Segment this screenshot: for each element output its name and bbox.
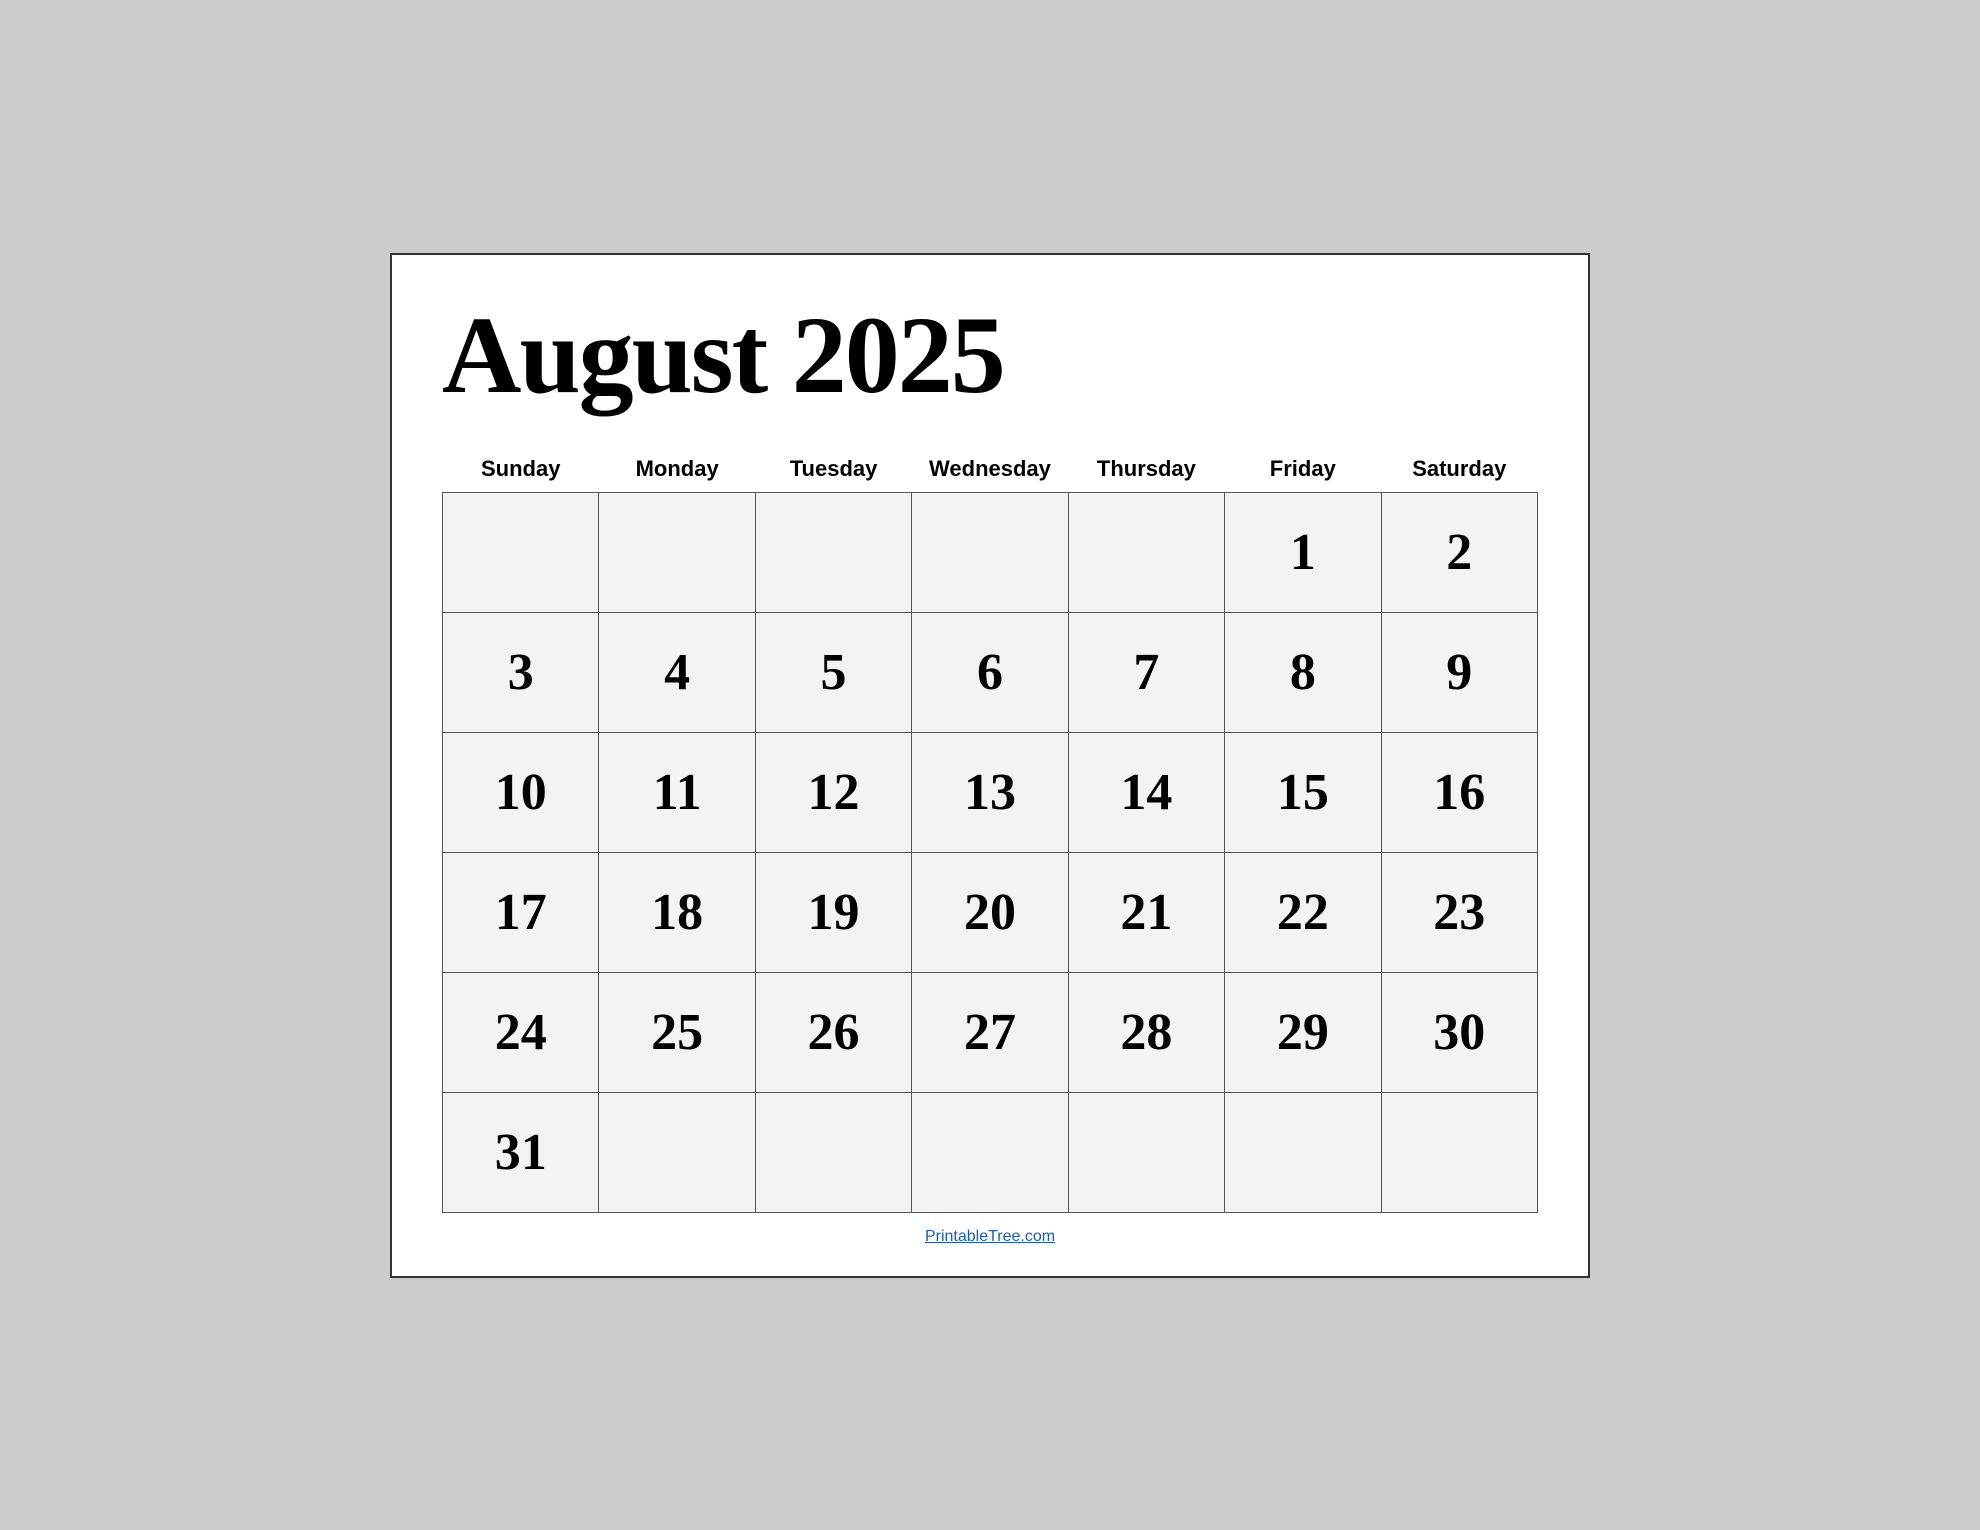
day-cell-23: 23 — [1381, 852, 1537, 972]
day-cell-25: 25 — [599, 972, 755, 1092]
day-number: 24 — [458, 983, 583, 1082]
week-row-4: 17 18 19 20 21 22 23 — [443, 852, 1538, 972]
day-cell-8: 8 — [1225, 612, 1381, 732]
empty-cell — [912, 1092, 1068, 1212]
day-cell-5: 5 — [755, 612, 911, 732]
empty-cell — [755, 1092, 911, 1212]
empty-cell — [912, 492, 1068, 612]
day-cell-1: 1 — [1225, 492, 1381, 612]
day-cell-30: 30 — [1381, 972, 1537, 1092]
day-number: 22 — [1240, 863, 1365, 962]
day-number: 17 — [458, 863, 583, 962]
day-number: 2 — [1397, 503, 1522, 602]
day-cell-17: 17 — [443, 852, 599, 972]
day-number: 30 — [1397, 983, 1522, 1082]
day-cell-6: 6 — [912, 612, 1068, 732]
day-number: 3 — [458, 623, 583, 722]
day-number: 8 — [1240, 623, 1365, 722]
day-cell-21: 21 — [1068, 852, 1224, 972]
day-cell-15: 15 — [1225, 732, 1381, 852]
day-cell-4: 4 — [599, 612, 755, 732]
day-number: 5 — [771, 623, 896, 722]
day-cell-10: 10 — [443, 732, 599, 852]
calendar-title: August 2025 — [442, 295, 1538, 416]
day-header-sunday: Sunday — [443, 446, 599, 493]
day-number: 23 — [1397, 863, 1522, 962]
empty-cell — [1068, 1092, 1224, 1212]
day-number: 14 — [1084, 743, 1209, 842]
day-cell-20: 20 — [912, 852, 1068, 972]
day-headers-row: SundayMondayTuesdayWednesdayThursdayFrid… — [443, 446, 1538, 493]
day-number: 15 — [1240, 743, 1365, 842]
day-number: 16 — [1397, 743, 1522, 842]
empty-cell — [443, 492, 599, 612]
day-number: 31 — [458, 1103, 583, 1202]
day-cell-31: 31 — [443, 1092, 599, 1212]
calendar-table: SundayMondayTuesdayWednesdayThursdayFrid… — [442, 446, 1538, 1213]
day-cell-14: 14 — [1068, 732, 1224, 852]
day-number: 6 — [927, 623, 1052, 722]
day-number: 26 — [771, 983, 896, 1082]
day-cell-29: 29 — [1225, 972, 1381, 1092]
empty-cell — [755, 492, 911, 612]
day-number: 11 — [614, 743, 739, 842]
day-number: 21 — [1084, 863, 1209, 962]
day-cell-16: 16 — [1381, 732, 1537, 852]
day-number: 1 — [1240, 503, 1365, 602]
day-number: 19 — [771, 863, 896, 962]
week-row-2: 3456789 — [443, 612, 1538, 732]
day-number: 9 — [1397, 623, 1522, 722]
day-cell-9: 9 — [1381, 612, 1537, 732]
day-cell-3: 3 — [443, 612, 599, 732]
calendar-page: August 2025 SundayMondayTuesdayWednesday… — [390, 253, 1590, 1278]
day-cell-18: 18 — [599, 852, 755, 972]
day-cell-28: 28 — [1068, 972, 1224, 1092]
day-number: 12 — [771, 743, 896, 842]
day-number: 13 — [927, 743, 1052, 842]
day-cell-26: 26 — [755, 972, 911, 1092]
day-number: 20 — [927, 863, 1052, 962]
day-number: 10 — [458, 743, 583, 842]
week-row-3: 10 11 12 13 14 15 16 — [443, 732, 1538, 852]
week-row-1: 12 — [443, 492, 1538, 612]
day-number: 27 — [927, 983, 1052, 1082]
day-cell-22: 22 — [1225, 852, 1381, 972]
day-number: 29 — [1240, 983, 1365, 1082]
day-number: 28 — [1084, 983, 1209, 1082]
day-cell-24: 24 — [443, 972, 599, 1092]
week-row-5: 24 25 26 27 28 29 30 — [443, 972, 1538, 1092]
day-number: 4 — [614, 623, 739, 722]
day-cell-19: 19 — [755, 852, 911, 972]
day-cell-7: 7 — [1068, 612, 1224, 732]
day-cell-13: 13 — [912, 732, 1068, 852]
empty-cell — [599, 1092, 755, 1212]
day-number: 18 — [614, 863, 739, 962]
day-number: 25 — [614, 983, 739, 1082]
day-header-friday: Friday — [1225, 446, 1381, 493]
day-header-tuesday: Tuesday — [755, 446, 911, 493]
day-header-saturday: Saturday — [1381, 446, 1537, 493]
day-cell-27: 27 — [912, 972, 1068, 1092]
day-header-monday: Monday — [599, 446, 755, 493]
day-header-wednesday: Wednesday — [912, 446, 1068, 493]
day-cell-11: 11 — [599, 732, 755, 852]
day-cell-2: 2 — [1381, 492, 1537, 612]
day-number: 7 — [1084, 623, 1209, 722]
empty-cell — [1225, 1092, 1381, 1212]
empty-cell — [1068, 492, 1224, 612]
day-header-thursday: Thursday — [1068, 446, 1224, 493]
footer-link[interactable]: PrintableTree.com — [442, 1228, 1538, 1246]
day-cell-12: 12 — [755, 732, 911, 852]
empty-cell — [599, 492, 755, 612]
empty-cell — [1381, 1092, 1537, 1212]
week-row-6: 31 — [443, 1092, 1538, 1212]
